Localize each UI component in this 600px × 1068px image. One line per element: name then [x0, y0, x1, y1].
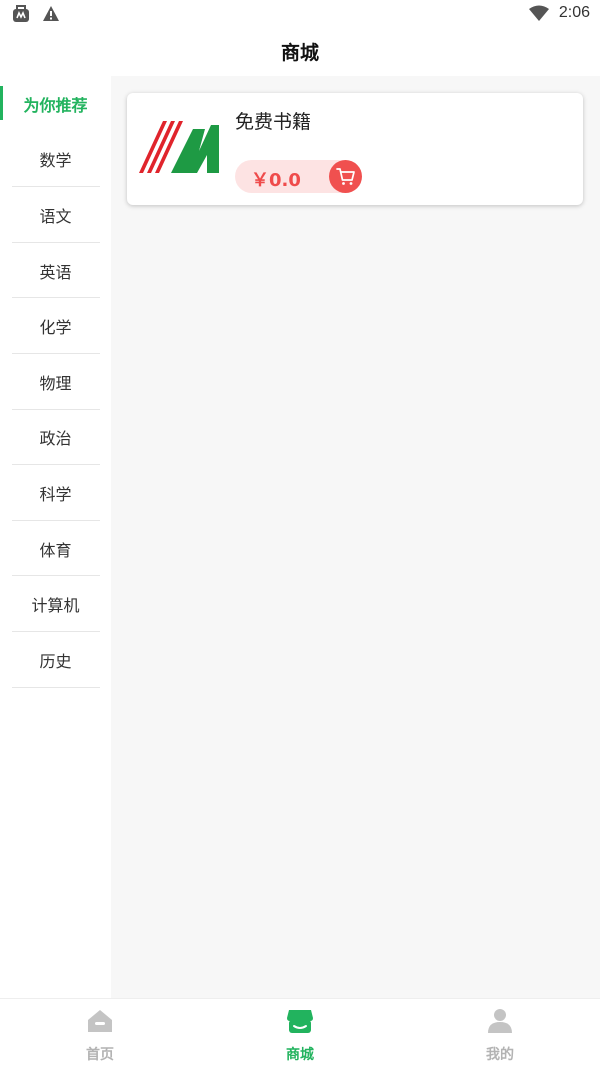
divider: [12, 686, 100, 688]
tab-home[interactable]: 首页: [0, 999, 200, 1068]
sidebar-item-physics[interactable]: 物理: [0, 354, 111, 410]
tab-label: 首页: [86, 1047, 114, 1063]
sidebar-item-chinese[interactable]: 语文: [0, 187, 111, 243]
sidebar-item-label: 数学: [39, 151, 72, 171]
sidebar-item-label: 化学: [39, 318, 72, 338]
status-time: 2:06: [558, 4, 590, 21]
sidebar-item-sports[interactable]: 体育: [0, 521, 111, 577]
status-bar-left: [12, 5, 60, 23]
sidebar-item-label: 政治: [39, 429, 72, 449]
wifi-icon: [528, 5, 549, 21]
page-title: 商城: [280, 42, 319, 64]
android-app-icon: [13, 5, 29, 22]
sidebar-item-label: 历史: [39, 651, 72, 671]
warning-icon: [43, 6, 59, 21]
page-header: 商城: [0, 30, 600, 76]
tab-label: 我的: [486, 1047, 514, 1063]
sidebar-item-math[interactable]: 数学: [0, 132, 111, 188]
user-icon: [488, 1009, 512, 1033]
product-title: 免费书籍: [235, 111, 312, 133]
sidebar-item-history[interactable]: 历史: [0, 632, 111, 688]
status-bar: 2:06: [0, 0, 600, 30]
status-bar-right: 2:06: [528, 4, 590, 22]
tab-profile[interactable]: 我的: [400, 999, 600, 1068]
active-indicator: [0, 86, 3, 120]
shopping-cart-icon: [335, 167, 355, 185]
home-icon: [88, 1010, 112, 1032]
sidebar-item-label: 体育: [39, 540, 72, 560]
sidebar-item-label: 为你推荐: [23, 95, 88, 115]
price-pill: ￥0.0: [235, 160, 362, 193]
sidebar-item-computer[interactable]: 计算机: [0, 576, 111, 632]
sidebar-item-label: 科学: [39, 484, 72, 504]
sidebar-item-recommended[interactable]: 为你推荐: [0, 76, 111, 132]
product-price: ￥0.0: [251, 170, 301, 191]
product-card[interactable]: 免费书籍 ￥0.0: [127, 93, 583, 205]
store-icon: [287, 1010, 313, 1033]
sidebar-item-label: 语文: [39, 206, 72, 226]
category-sidebar: 为你推荐 数学 语文 英语 化学 物理 政治 科学 体育 计算机 历史: [0, 76, 111, 998]
sidebar-item-chemistry[interactable]: 化学: [0, 298, 111, 354]
add-to-cart-button[interactable]: [329, 160, 362, 193]
tab-store[interactable]: 商城: [200, 999, 400, 1068]
tab-label: 商城: [286, 1047, 314, 1063]
sidebar-item-label: 计算机: [31, 596, 80, 616]
sidebar-item-politics[interactable]: 政治: [0, 410, 111, 466]
sidebar-item-science[interactable]: 科学: [0, 465, 111, 521]
sidebar-item-english[interactable]: 英语: [0, 243, 111, 299]
sidebar-item-label: 英语: [39, 262, 72, 282]
bottom-tab-bar: 首页 商城 我的: [0, 998, 600, 1067]
sidebar-item-label: 物理: [39, 373, 72, 393]
product-list: 免费书籍 ￥0.0: [111, 76, 600, 998]
publisher-logo: [139, 121, 219, 173]
